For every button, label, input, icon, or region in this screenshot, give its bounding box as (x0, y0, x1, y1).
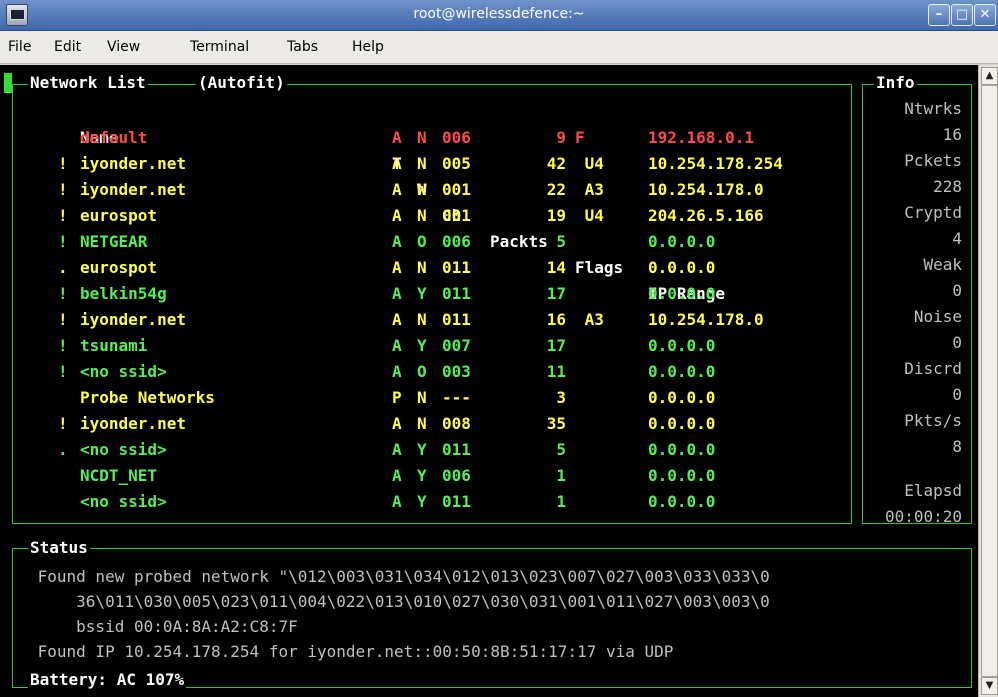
info-value: 0 (952, 333, 962, 352)
window-title: root@wirelessdefence:~ (413, 6, 585, 22)
info-value: 228 (933, 177, 962, 196)
info-value: 16 (942, 125, 962, 144)
terminal-scrollbar[interactable]: ▲ ▼ (978, 65, 998, 697)
menu-bar: File Edit View Terminal Tabs Help (0, 31, 998, 64)
menu-terminal[interactable]: Terminal (190, 39, 249, 55)
menu-tabs[interactable]: Tabs (287, 39, 318, 55)
menu-file[interactable]: File (8, 39, 31, 55)
info-label: Pckets (904, 151, 962, 170)
maximize-button[interactable]: □ (951, 4, 973, 26)
minimize-button[interactable]: – (928, 4, 950, 26)
scroll-down-arrow-icon[interactable]: ▼ (981, 677, 998, 695)
cursor-block (4, 73, 12, 93)
info-value: 4 (952, 229, 962, 248)
status-line-4: Found IP 10.254.178.254 for iyonder.net:… (28, 642, 674, 661)
title-bar: root@wirelessdefence:~ – □ ✕ (0, 0, 998, 31)
info-label: Pkts/s (904, 411, 962, 430)
info-label: Elapsd (904, 481, 962, 500)
status-line-3: bssid 00:0A:8A:A2:C8:7F (28, 617, 298, 636)
scroll-up-arrow-icon[interactable]: ▲ (981, 67, 998, 85)
status-line-2: 36\011\030\005\023\011\004\022\013\010\0… (28, 592, 770, 611)
terminal-screen[interactable]: Network List (Autofit) Name T W Ch Packt… (0, 65, 978, 697)
info-value: 0 (952, 385, 962, 404)
menu-view[interactable]: View (107, 39, 140, 55)
info-value: 00:00:20 (884, 507, 962, 526)
info-label: Noise (913, 307, 962, 326)
info-title: Info (874, 73, 917, 92)
status-line-1: Found new probed network "\012\003\031\0… (28, 567, 770, 586)
network-list-mode: (Autofit) (196, 73, 287, 92)
info-value: 8 (952, 437, 962, 456)
info-label: Ntwrks (904, 99, 962, 118)
network-list-title: Network List (28, 73, 148, 92)
close-button[interactable]: ✕ (974, 4, 996, 26)
info-panel (862, 84, 972, 524)
info-label: Cryptd (904, 203, 962, 222)
menu-help[interactable]: Help (352, 39, 384, 55)
info-label: Weak (923, 255, 962, 274)
menu-edit[interactable]: Edit (54, 39, 81, 55)
scrollbar-thumb[interactable] (981, 85, 998, 677)
battery-status: Battery: AC 107% (28, 670, 187, 689)
info-value: 0 (952, 281, 962, 300)
info-label: Discrd (904, 359, 962, 378)
status-title: Status (28, 538, 90, 557)
